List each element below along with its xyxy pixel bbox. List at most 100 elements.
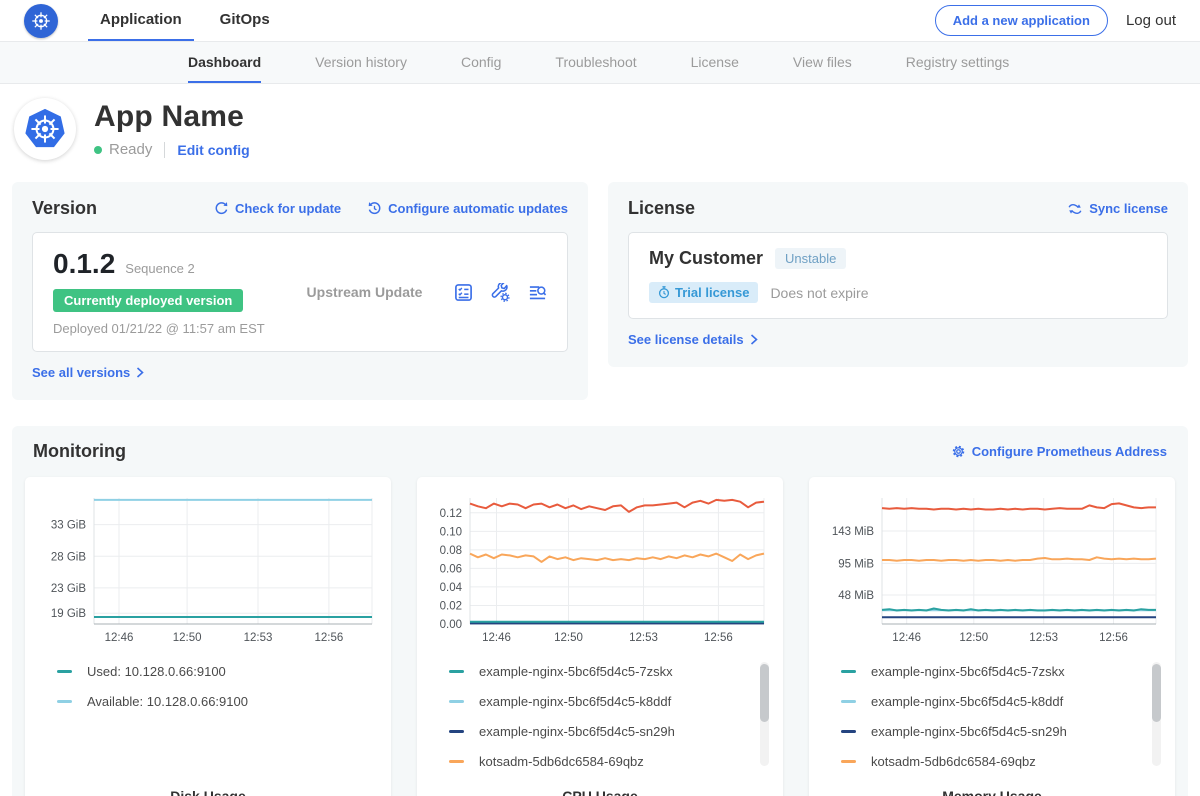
series-line xyxy=(882,557,1156,560)
legend-item: example-nginx-5bc6f5d4c5-sn29h xyxy=(841,724,1147,739)
see-all-versions-link[interactable]: See all versions xyxy=(32,365,144,380)
license-card: License Sync license My Custo xyxy=(608,182,1188,367)
legend-label: Available: 10.128.0.66:9100 xyxy=(87,694,248,709)
y-tick-label: 0.04 xyxy=(440,582,463,594)
subnav-registry-settings[interactable]: Registry settings xyxy=(906,42,1009,83)
legend-label: example-nginx-5bc6f5d4c5-7zskx xyxy=(479,664,673,679)
monitoring-title: Monitoring xyxy=(33,441,126,462)
tab-application[interactable]: Application xyxy=(88,0,194,41)
subnav-view-files[interactable]: View files xyxy=(793,42,852,83)
y-tick-label: 0.06 xyxy=(440,563,462,575)
license-row-customer: My Customer Unstable xyxy=(649,248,1147,269)
legend-item: Available: 10.128.0.66:9100 xyxy=(57,694,363,709)
memory-usage-title: Memory Usage xyxy=(821,788,1163,796)
license-expiry: Does not expire xyxy=(770,285,868,301)
version-source: Upstream Update xyxy=(275,284,454,300)
y-tick-label: 0.12 xyxy=(440,508,462,520)
monitoring-section: Monitoring Configure Prometheus Address … xyxy=(12,426,1188,796)
legend-scrollbar-track[interactable] xyxy=(1152,662,1161,766)
subnav-version-history-label: Version history xyxy=(315,54,407,70)
deployed-timestamp: Deployed 01/21/22 @ 11:57 am EST xyxy=(53,321,275,336)
legend-label: kotsadm-5db6dc6584-69qbz xyxy=(871,754,1036,769)
monitoring-links: Configure Prometheus Address xyxy=(951,444,1167,459)
legend-item: kotsadm-5db6dc6584-69qbz xyxy=(449,754,755,769)
view-diff-icon[interactable] xyxy=(528,283,547,302)
add-new-application-button[interactable]: Add a new application xyxy=(935,5,1108,36)
y-tick-label: 23 GiB xyxy=(51,583,86,595)
edit-config-link[interactable]: Edit config xyxy=(177,142,249,158)
x-tick-label: 12:53 xyxy=(629,632,658,644)
app-avatar xyxy=(14,98,76,160)
legend-item: example-nginx-5bc6f5d4c5-k8ddf xyxy=(449,694,755,709)
top-nav-tabs: Application GitOps xyxy=(88,0,282,41)
legend-color-dash-icon xyxy=(449,700,464,703)
legend-label: example-nginx-5bc6f5d4c5-sn29h xyxy=(479,724,675,739)
memory-usage-legend: example-nginx-5bc6f5d4c5-7zskx example-ng… xyxy=(821,660,1163,772)
see-license-details-link[interactable]: See license details xyxy=(628,332,758,347)
version-action-icons xyxy=(454,283,547,302)
subnav-config[interactable]: Config xyxy=(461,42,501,83)
legend-item: example-nginx-5bc6f5d4c5-7zskx xyxy=(449,664,755,679)
legend-item: kotsadm-5db6dc6584-69qbz xyxy=(841,754,1147,769)
preflight-checklist-icon[interactable] xyxy=(454,283,473,302)
y-tick-label: 0.08 xyxy=(440,545,462,557)
check-for-update-link[interactable]: Check for update xyxy=(214,201,341,216)
app-status-row: Ready Edit config xyxy=(94,141,250,158)
disk-usage-title: Disk Usage xyxy=(37,788,379,796)
subnav-license-label: License xyxy=(691,54,739,70)
tab-application-label: Application xyxy=(100,11,182,28)
legend-color-dash-icon xyxy=(449,730,464,733)
top-nav-right: Add a new application Log out xyxy=(935,0,1176,41)
configure-prometheus-link[interactable]: Configure Prometheus Address xyxy=(951,444,1167,459)
legend-scrollbar-track[interactable] xyxy=(760,662,769,766)
y-tick-label: 19 GiB xyxy=(51,608,86,620)
legend-scrollbar-thumb[interactable] xyxy=(760,664,769,722)
disk-usage-legend: Used: 10.128.0.66:9100Available: 10.128.… xyxy=(37,660,379,772)
subnav-version-history[interactable]: Version history xyxy=(315,42,407,83)
status-dot-icon xyxy=(94,146,102,154)
y-tick-label: 48 MiB xyxy=(838,590,874,602)
brand[interactable] xyxy=(24,0,58,41)
chart-svg: 0.000.020.040.060.080.100.1212:4612:5012… xyxy=(429,490,771,648)
app-kubernetes-icon xyxy=(23,107,67,151)
gear-icon xyxy=(951,444,966,459)
configure-automatic-updates-link[interactable]: Configure automatic updates xyxy=(367,201,568,216)
tab-gitops[interactable]: GitOps xyxy=(208,0,282,41)
chart-svg: 19 GiB23 GiB28 GiB33 GiB12:4612:5012:531… xyxy=(37,490,379,648)
x-tick-label: 12:56 xyxy=(315,632,344,644)
trial-license-label: Trial license xyxy=(675,285,749,300)
status-badge: Ready xyxy=(109,141,152,158)
update-history-icon xyxy=(367,201,382,216)
license-card-title: License xyxy=(628,198,695,219)
legend-color-dash-icon xyxy=(57,670,72,673)
y-tick-label: 0.02 xyxy=(440,601,462,613)
legend-item: example-nginx-5bc6f5d4c5-7zskx xyxy=(841,664,1147,679)
configure-automatic-updates-label: Configure automatic updates xyxy=(388,201,568,216)
legend-label: example-nginx-5bc6f5d4c5-7zskx xyxy=(871,664,1065,679)
license-card-links: Sync license xyxy=(1067,201,1168,216)
y-tick-label: 33 GiB xyxy=(51,520,86,532)
disk-usage-chart: 19 GiB23 GiB28 GiB33 GiB12:4612:5012:531… xyxy=(37,490,379,648)
legend-color-dash-icon xyxy=(57,700,72,703)
trial-license-badge: Trial license xyxy=(649,282,758,303)
version-card-links: Check for update Configure automatic upd… xyxy=(214,201,568,216)
config-wrench-icon[interactable] xyxy=(491,283,510,302)
kubernetes-logo-icon xyxy=(24,4,58,38)
x-tick-label: 12:46 xyxy=(105,632,134,644)
customer-name: My Customer xyxy=(649,248,763,269)
subnav-dashboard[interactable]: Dashboard xyxy=(188,42,261,83)
sync-license-link[interactable]: Sync license xyxy=(1067,201,1168,216)
log-out-button[interactable]: Log out xyxy=(1126,12,1176,29)
legend-label: example-nginx-5bc6f5d4c5-sn29h xyxy=(871,724,1067,739)
legend-color-dash-icon xyxy=(449,760,464,763)
subnav-license[interactable]: License xyxy=(691,42,739,83)
legend-color-dash-icon xyxy=(449,670,464,673)
y-tick-label: 0.10 xyxy=(440,526,462,538)
chart-svg: 48 MiB95 MiB143 MiB12:4612:5012:5312:56 xyxy=(821,490,1163,648)
version-sequence: Sequence 2 xyxy=(125,261,194,276)
legend-scrollbar-thumb[interactable] xyxy=(1152,664,1161,722)
license-box: My Customer Unstable Trial license Does … xyxy=(628,232,1168,319)
x-tick-label: 12:46 xyxy=(482,632,511,644)
subnav-troubleshoot[interactable]: Troubleshoot xyxy=(555,42,636,83)
disk-usage-chart-card: 19 GiB23 GiB28 GiB33 GiB12:4612:5012:531… xyxy=(25,477,391,796)
